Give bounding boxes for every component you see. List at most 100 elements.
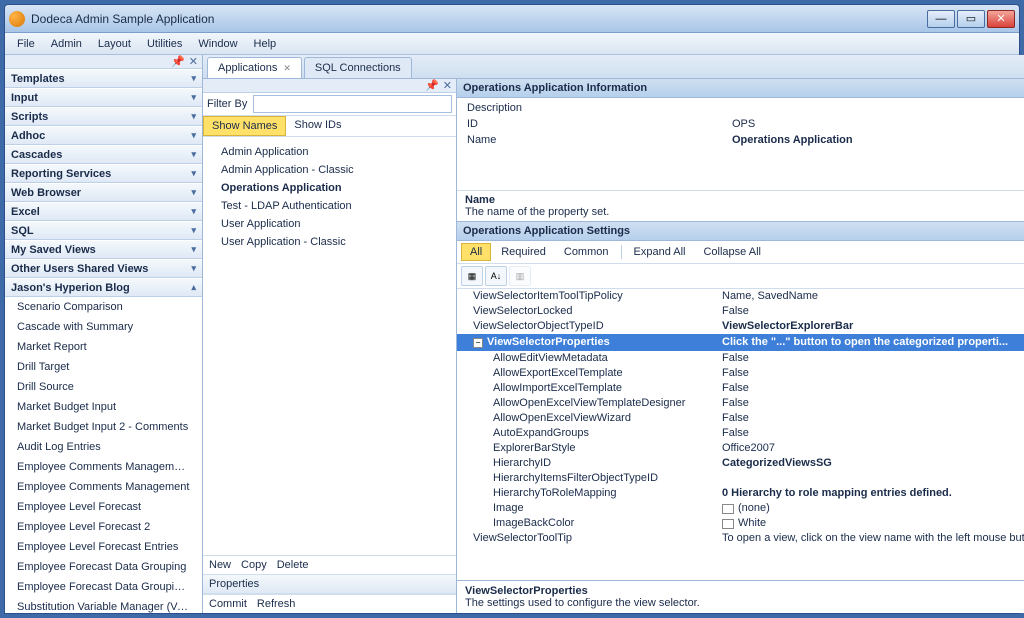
category-item[interactable]: Drill Source — [5, 377, 202, 397]
property-row[interactable]: ViewSelectorObjectTypeIDViewSelectorExpl… — [457, 319, 1024, 334]
property-value: White — [722, 516, 1024, 531]
sidebar-category[interactable]: Input▾ — [5, 88, 202, 107]
category-label: SQL — [11, 225, 34, 237]
category-item[interactable]: Market Budget Input 2 - Comments — [5, 417, 202, 437]
category-item[interactable]: Audit Log Entries — [5, 437, 202, 457]
category-label: Reporting Services — [11, 168, 111, 180]
desc-label: Description — [467, 100, 732, 116]
filter-all[interactable]: All — [461, 243, 491, 261]
category-label: Scripts — [11, 111, 48, 123]
sidebar-category[interactable]: Excel▾ — [5, 202, 202, 221]
sidebar-category[interactable]: SQL▾ — [5, 221, 202, 240]
filter-common[interactable]: Common — [556, 244, 617, 260]
category-item[interactable]: Scenario Comparison — [5, 297, 202, 317]
property-row[interactable]: HierarchyToRoleMapping0 Hierarchy to rol… — [457, 486, 1024, 501]
property-row[interactable]: ViewSelectorLockedFalse — [457, 304, 1024, 319]
category-item[interactable]: Employee Comments Management (E... — [5, 457, 202, 477]
category-item[interactable]: Employee Level Forecast 2 — [5, 517, 202, 537]
sidebar-category[interactable]: Other Users Shared Views▾ — [5, 259, 202, 278]
property-row[interactable]: ExplorerBarStyleOffice2007 — [457, 441, 1024, 456]
close-icon[interactable]: ✕ — [189, 55, 198, 68]
sidebar-category[interactable]: Cascades▾ — [5, 145, 202, 164]
category-item[interactable]: Market Report — [5, 337, 202, 357]
filter-input[interactable] — [253, 95, 452, 113]
show-ids-toggle[interactable]: Show IDs — [286, 116, 349, 136]
menu-file[interactable]: File — [9, 36, 43, 52]
chevron-down-icon: ▾ — [191, 263, 196, 274]
property-value: CategorizedViewsSG — [722, 456, 1024, 471]
filter-required[interactable]: Required — [493, 244, 554, 260]
app-icon — [9, 11, 25, 27]
sidebar-category[interactable]: Scripts▾ — [5, 107, 202, 126]
menu-utilities[interactable]: Utilities — [139, 36, 190, 52]
category-item[interactable]: Employee Forecast Data Grouping 2 — [5, 577, 202, 597]
property-value: 0 Hierarchy to role mapping entries defi… — [722, 486, 1024, 501]
category-item[interactable]: Employee Level Forecast Entries — [5, 537, 202, 557]
delete-button[interactable]: Delete — [277, 559, 309, 571]
sidebar-category[interactable]: Jason's Hyperion Blog▴ — [5, 278, 202, 297]
main-area: Applications✕SQL Connections ▾ 📌 ✕ Filte… — [203, 55, 1024, 613]
tab[interactable]: SQL Connections — [304, 57, 412, 78]
minimize-button[interactable]: — — [927, 10, 955, 28]
copy-button[interactable]: Copy — [241, 559, 267, 571]
sidebar-category[interactable]: Web Browser▾ — [5, 183, 202, 202]
category-item[interactable]: Drill Target — [5, 357, 202, 377]
tab[interactable]: Applications✕ — [207, 57, 302, 78]
category-item[interactable]: Substitution Variable Manager (Vess) — [5, 597, 202, 613]
menu-window[interactable]: Window — [190, 36, 245, 52]
property-row[interactable]: AllowExportExcelTemplateFalse — [457, 366, 1024, 381]
maximize-button[interactable]: ▭ — [957, 10, 985, 28]
new-button[interactable]: New — [209, 559, 231, 571]
pin-icon[interactable]: 📌 — [425, 79, 439, 92]
category-item[interactable]: Employee Comments Management — [5, 477, 202, 497]
menu-layout[interactable]: Layout — [90, 36, 139, 52]
pin-icon[interactable]: 📌 — [171, 55, 185, 68]
categorize-icon[interactable]: ▦ — [461, 266, 483, 286]
application-item[interactable]: Admin Application — [207, 143, 452, 161]
property-row[interactable]: ViewSelectorItemToolTipPolicyName, Saved… — [457, 289, 1024, 304]
property-row[interactable]: HierarchyItemsFilterObjectTypeID — [457, 471, 1024, 486]
close-button[interactable]: ✕ — [987, 10, 1015, 28]
sidebar-category[interactable]: My Saved Views▾ — [5, 240, 202, 259]
property-row[interactable]: −ViewSelectorPropertiesClick the "..." b… — [457, 334, 1024, 351]
show-names-toggle[interactable]: Show Names — [203, 116, 286, 136]
property-row[interactable]: AllowOpenExcelViewWizardFalse — [457, 411, 1024, 426]
application-item[interactable]: User Application — [207, 215, 452, 233]
category-item[interactable]: Cascade with Summary — [5, 317, 202, 337]
close-icon[interactable]: ✕ — [443, 79, 452, 92]
property-row[interactable]: Image(none) — [457, 501, 1024, 516]
application-item[interactable]: Operations Application — [207, 179, 452, 197]
menu-help[interactable]: Help — [246, 36, 285, 52]
app-window: Dodeca Admin Sample Application — ▭ ✕ Fi… — [4, 4, 1020, 614]
category-item[interactable]: Employee Forecast Data Grouping — [5, 557, 202, 577]
property-row[interactable]: AutoExpandGroupsFalse — [457, 426, 1024, 441]
property-row[interactable]: AllowImportExcelTemplateFalse — [457, 381, 1024, 396]
color-swatch — [722, 504, 734, 514]
sort-icon[interactable]: A↓ — [485, 266, 507, 286]
property-row[interactable]: AllowEditViewMetadataFalse — [457, 351, 1024, 366]
application-item[interactable]: User Application - Classic — [207, 233, 452, 251]
menu-admin[interactable]: Admin — [43, 36, 90, 52]
sidebar-category[interactable]: Reporting Services▾ — [5, 164, 202, 183]
refresh-button[interactable]: Refresh — [257, 598, 296, 610]
category-item[interactable]: Employee Level Forecast — [5, 497, 202, 517]
application-item[interactable]: Test - LDAP Authentication — [207, 197, 452, 215]
menubar: File Admin Layout Utilities Window Help — [5, 33, 1019, 55]
sidebar-category[interactable]: Templates▾ — [5, 69, 202, 88]
tab-close-icon[interactable]: ✕ — [283, 63, 291, 74]
property-row[interactable]: ViewSelectorToolTipTo open a view, click… — [457, 531, 1024, 546]
category-item[interactable]: Market Budget Input — [5, 397, 202, 417]
commit-button[interactable]: Commit — [209, 598, 247, 610]
property-row[interactable]: ImageBackColorWhite — [457, 516, 1024, 531]
sidebar-category[interactable]: Adhoc▾ — [5, 126, 202, 145]
collapse-all[interactable]: Collapse All — [695, 244, 768, 260]
property-value: ViewSelectorExplorerBar — [722, 319, 1024, 334]
property-row[interactable]: AllowOpenExcelViewTemplateDesignerFalse — [457, 396, 1024, 411]
page-icon[interactable]: ▥ — [509, 266, 531, 286]
property-value — [722, 471, 1024, 486]
collapse-icon[interactable]: − — [473, 338, 483, 348]
property-row[interactable]: HierarchyIDCategorizedViewsSG — [457, 456, 1024, 471]
expand-all[interactable]: Expand All — [626, 244, 694, 260]
application-item[interactable]: Admin Application - Classic — [207, 161, 452, 179]
application-list: Admin ApplicationAdmin Application - Cla… — [203, 137, 456, 555]
